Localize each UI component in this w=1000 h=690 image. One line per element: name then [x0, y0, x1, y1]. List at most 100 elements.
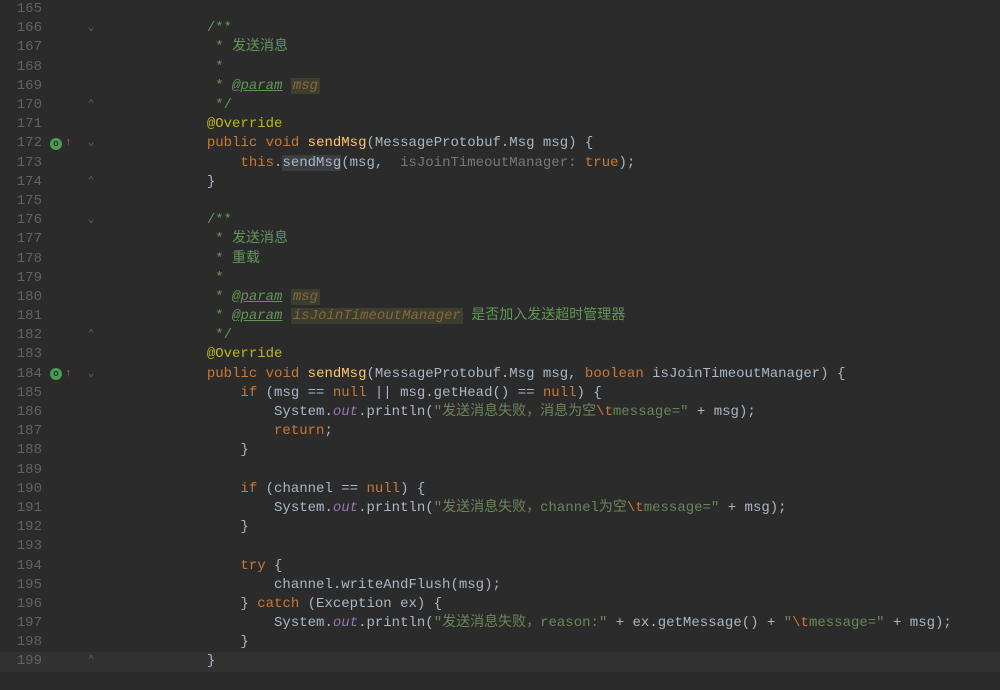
code-line[interactable]: 185 if (msg == null || msg.getHead() == …: [0, 384, 1000, 403]
token-kw: null: [333, 385, 367, 401]
code-line[interactable]: 170⌃ */: [0, 96, 1000, 115]
code-line[interactable]: 187 return;: [0, 422, 1000, 441]
code-line[interactable]: 180 * @param msg: [0, 288, 1000, 307]
code-content[interactable]: * 重载: [100, 250, 1000, 269]
code-line[interactable]: 179 *: [0, 269, 1000, 288]
fold-gutter[interactable]: ⌄: [82, 19, 100, 38]
code-line[interactable]: 166⌄ /**: [0, 19, 1000, 38]
code-line[interactable]: 188 }: [0, 441, 1000, 460]
code-content[interactable]: try {: [100, 557, 1000, 576]
code-content[interactable]: * 发送消息: [100, 38, 1000, 57]
fold-gutter[interactable]: ⌄: [82, 365, 100, 384]
token-plain: (msg,: [341, 155, 391, 171]
code-editor[interactable]: 165166⌄ /**167 * 发送消息168 *169 * @param m…: [0, 0, 1000, 690]
code-line[interactable]: 197 System.out.println("发送消息失败，reason:" …: [0, 614, 1000, 633]
code-line[interactable]: 191 System.out.println("发送消息失败，channel为空…: [0, 499, 1000, 518]
code-content[interactable]: @Override: [100, 345, 1000, 364]
code-content[interactable]: this.sendMsg(msg, isJoinTimeoutManager: …: [100, 154, 1000, 173]
code-line[interactable]: 174⌃ }: [0, 173, 1000, 192]
code-content[interactable]: *: [100, 269, 1000, 288]
override-marker-icon[interactable]: o: [50, 138, 62, 150]
code-content[interactable]: * 发送消息: [100, 230, 1000, 249]
fold-close-icon[interactable]: ⌃: [88, 652, 95, 671]
token-plain: + ex.getMessage() +: [607, 615, 783, 631]
code-content[interactable]: * @param isJoinTimeoutManager 是否加入发送超时管理…: [100, 307, 1000, 326]
code-line[interactable]: 190 if (channel == null) {: [0, 480, 1000, 499]
fold-gutter[interactable]: ⌃: [82, 96, 100, 115]
code-content[interactable]: /**: [100, 19, 1000, 38]
code-line[interactable]: 198 }: [0, 633, 1000, 652]
token-kw: void: [266, 135, 300, 151]
code-content[interactable]: *: [100, 58, 1000, 77]
fold-gutter[interactable]: ⌃: [82, 173, 100, 192]
code-content[interactable]: @Override: [100, 115, 1000, 134]
code-content[interactable]: return;: [100, 422, 1000, 441]
fold-gutter[interactable]: ⌄: [82, 134, 100, 153]
code-line[interactable]: 184o↑⌄ public void sendMsg(MessageProtob…: [0, 365, 1000, 384]
code-line[interactable]: 182⌃ */: [0, 326, 1000, 345]
code-content[interactable]: public void sendMsg(MessageProtobuf.Msg …: [100, 365, 1000, 384]
code-line[interactable]: 175: [0, 192, 1000, 211]
code-content[interactable]: System.out.println("发送消息失败，reason:" + ex…: [100, 614, 1000, 633]
code-line[interactable]: 177 * 发送消息: [0, 230, 1000, 249]
token-plain: + msg);: [689, 404, 756, 420]
code-content[interactable]: */: [100, 326, 1000, 345]
code-content[interactable]: System.out.println("发送消息失败，消息为空\tmessage…: [100, 403, 1000, 422]
token-mname: sendMsg: [308, 135, 367, 151]
code-content[interactable]: if (channel == null) {: [100, 480, 1000, 499]
implements-arrow-icon[interactable]: ↑: [65, 365, 72, 384]
fold-open-icon[interactable]: ⌄: [88, 19, 95, 38]
code-line[interactable]: 193: [0, 537, 1000, 556]
code-content[interactable]: * @param msg: [100, 77, 1000, 96]
implements-arrow-icon[interactable]: ↑: [65, 134, 72, 153]
code-line[interactable]: 181 * @param isJoinTimeoutManager 是否加入发送…: [0, 307, 1000, 326]
override-marker-icon[interactable]: o: [50, 368, 62, 380]
fold-close-icon[interactable]: ⌃: [88, 326, 95, 345]
code-content[interactable]: */: [100, 96, 1000, 115]
code-line[interactable]: 195 channel.writeAndFlush(msg);: [0, 576, 1000, 595]
token-str: "发送消息失败，消息为空: [434, 404, 596, 420]
code-line[interactable]: 183 @Override: [0, 345, 1000, 364]
code-line[interactable]: 178 * 重载: [0, 249, 1000, 268]
code-content[interactable]: } catch (Exception ex) {: [100, 595, 1000, 614]
token-doc: *: [207, 289, 232, 305]
code-content[interactable]: }: [100, 652, 1000, 671]
code-line[interactable]: 176⌄ /**: [0, 211, 1000, 230]
code-line[interactable]: 168 *: [0, 58, 1000, 77]
code-content[interactable]: * @param msg: [100, 288, 1000, 307]
fold-open-icon[interactable]: ⌄: [88, 211, 95, 230]
token-esc: \t: [627, 500, 644, 516]
fold-open-icon[interactable]: ⌄: [88, 134, 95, 153]
fold-open-icon[interactable]: ⌄: [88, 365, 95, 384]
code-content[interactable]: /**: [100, 211, 1000, 230]
code-line[interactable]: 173 this.sendMsg(msg, isJoinTimeoutManag…: [0, 154, 1000, 173]
fold-close-icon[interactable]: ⌃: [88, 173, 95, 192]
code-line[interactable]: 186 System.out.println("发送消息失败，消息为空\tmes…: [0, 403, 1000, 422]
code-content[interactable]: if (msg == null || msg.getHead() == null…: [100, 384, 1000, 403]
code-content[interactable]: public void sendMsg(MessageProtobuf.Msg …: [100, 134, 1000, 153]
token-plain: }: [207, 174, 215, 190]
code-line[interactable]: 169 * @param msg: [0, 77, 1000, 96]
code-line[interactable]: 194 try {: [0, 556, 1000, 575]
code-content[interactable]: }: [100, 173, 1000, 192]
code-line[interactable]: 171 @Override: [0, 115, 1000, 134]
code-line[interactable]: 196 } catch (Exception ex) {: [0, 595, 1000, 614]
code-line[interactable]: 199⌃ }: [0, 652, 1000, 671]
code-content[interactable]: channel.writeAndFlush(msg);: [100, 576, 1000, 595]
fold-gutter[interactable]: ⌃: [82, 652, 100, 671]
code-line[interactable]: 192 }: [0, 518, 1000, 537]
token-plain: [282, 78, 290, 94]
code-content[interactable]: }: [100, 518, 1000, 537]
token-kw: true: [585, 155, 619, 171]
code-line[interactable]: 167 * 发送消息: [0, 38, 1000, 57]
code-content[interactable]: }: [100, 633, 1000, 652]
token-plain: [282, 289, 290, 305]
code-content[interactable]: System.out.println("发送消息失败，channel为空\tme…: [100, 499, 1000, 518]
code-line[interactable]: 165: [0, 0, 1000, 19]
code-content[interactable]: }: [100, 441, 1000, 460]
code-line[interactable]: 172o↑⌄ public void sendMsg(MessageProtob…: [0, 134, 1000, 153]
fold-gutter[interactable]: ⌃: [82, 326, 100, 345]
fold-close-icon[interactable]: ⌃: [88, 96, 95, 115]
fold-gutter[interactable]: ⌄: [82, 211, 100, 230]
code-line[interactable]: 189: [0, 461, 1000, 480]
